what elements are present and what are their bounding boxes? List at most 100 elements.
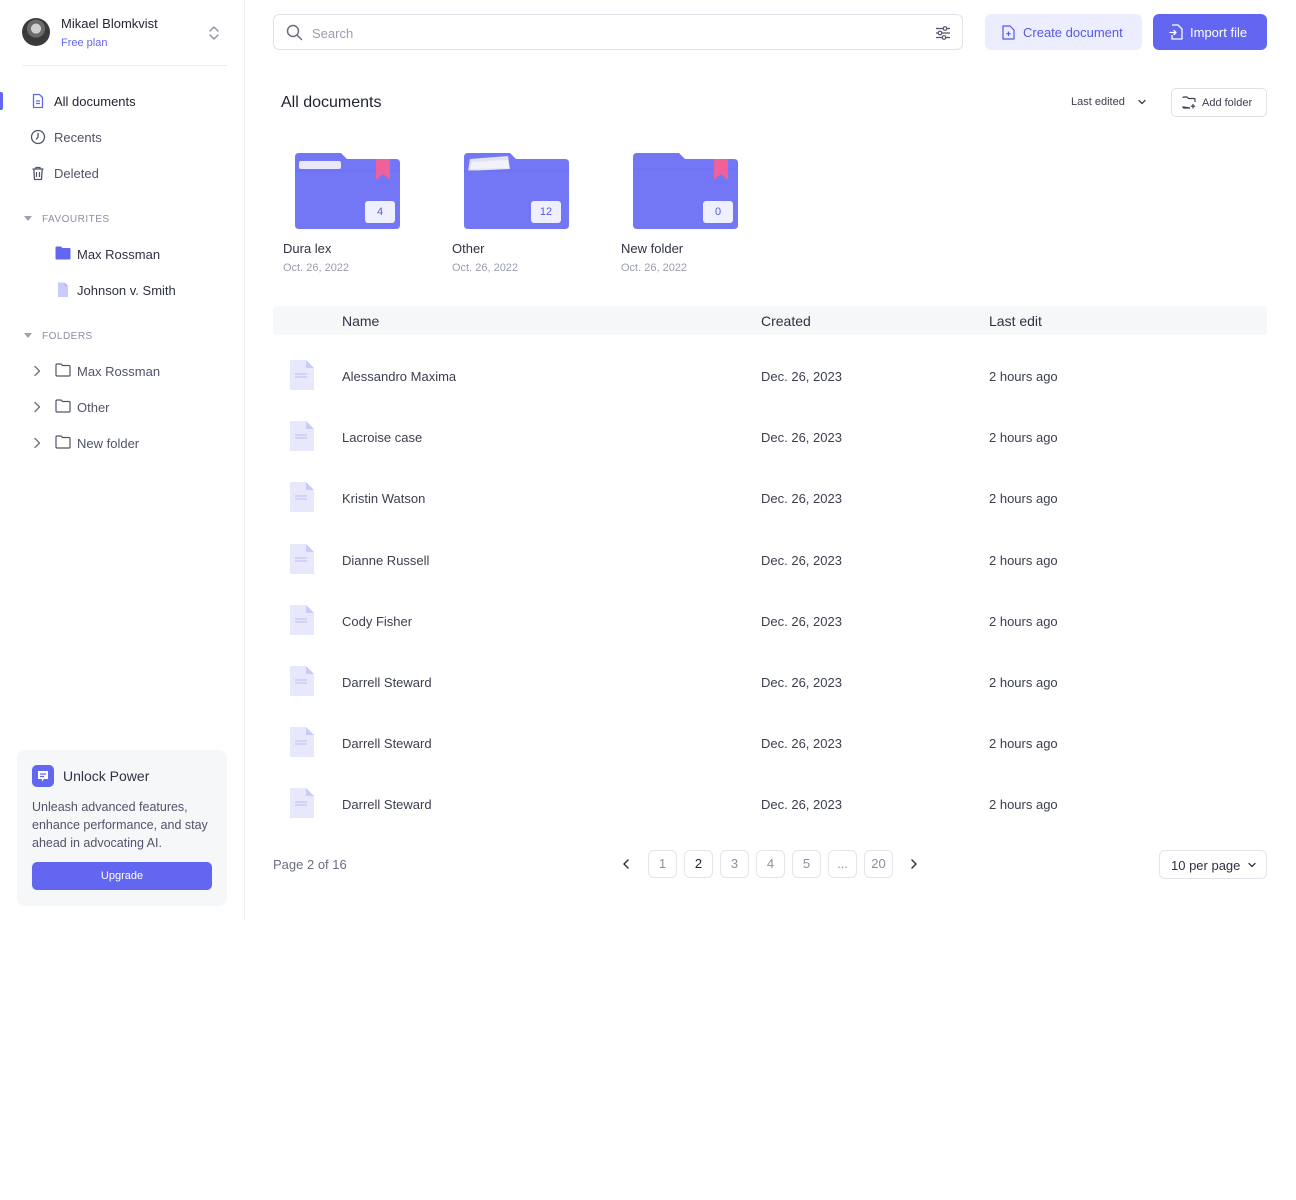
create-document-label: Create document	[1023, 25, 1123, 40]
last-edit: 2 hours ago	[989, 675, 1058, 690]
table-row[interactable]: Cody Fisher Dec. 26, 2023 2 hours ago	[273, 591, 1267, 652]
folder-card[interactable]: 12 Other Oct. 26, 2022	[452, 153, 602, 278]
favourite-item[interactable]: Max Rossman	[0, 241, 244, 267]
file-import-icon	[1169, 24, 1183, 40]
folder-card[interactable]: 0 New folder Oct. 26, 2022	[621, 153, 771, 278]
created-date: Dec. 26, 2023	[761, 430, 842, 446]
import-file-button[interactable]: Import file	[1153, 14, 1267, 50]
last-edit: 2 hours ago	[989, 430, 1058, 446]
sort-dropdown[interactable]: Last edited	[1071, 96, 1125, 108]
create-document-button[interactable]: Create document	[985, 14, 1142, 50]
table-row[interactable]: Kristin Watson Dec. 26, 2023 2 hours ago	[273, 468, 1267, 529]
folder-plus-icon	[1182, 96, 1196, 109]
last-edit: 2 hours ago	[989, 369, 1058, 384]
favourite-item[interactable]: Johnson v. Smith	[0, 277, 244, 303]
page-button[interactable]: 3	[720, 850, 749, 878]
sidebar: Mikael Blomkvist Free plan All documents…	[0, 0, 245, 920]
page-button[interactable]: 1	[648, 850, 677, 878]
folders-header[interactable]: FOLDERS	[24, 331, 93, 342]
document-file-icon	[290, 727, 314, 758]
upgrade-title: Unlock Power	[63, 768, 150, 784]
chevron-right-icon[interactable]	[31, 364, 43, 378]
table-row[interactable]: Darrell Steward Dec. 26, 2023 2 hours ago	[273, 713, 1267, 774]
folder-outline-icon	[55, 399, 71, 413]
table-row[interactable]: Alessandro Maxima Dec. 26, 2023 2 hours ag…	[273, 346, 1267, 407]
column-header-name[interactable]: Name	[342, 313, 379, 329]
document-name[interactable]: Lacroise case	[342, 430, 422, 445]
per-page-value: 10 per page	[1171, 858, 1241, 873]
chevron-right-icon[interactable]	[31, 400, 43, 414]
search-icon	[286, 24, 303, 41]
document-name[interactable]: Dianne Russell	[342, 553, 429, 568]
document-name[interactable]: Darrell Steward	[342, 675, 432, 690]
page-info: Page 2 of 16	[273, 857, 347, 872]
created-date: Dec. 26, 2023	[761, 552, 842, 568]
nav-label: All documents	[54, 94, 136, 109]
chevron-left-icon	[623, 859, 629, 869]
column-header-last-edit[interactable]: Last edit	[989, 313, 1042, 329]
upgrade-description: Unleash advanced features, enhance perfo…	[32, 800, 208, 850]
folder-name: New folder	[621, 241, 684, 256]
chevron-right-icon[interactable]	[31, 436, 43, 450]
upgrade-button[interactable]: Upgrade	[32, 862, 212, 890]
document-file-icon	[290, 604, 314, 635]
page-title: All documents	[281, 94, 382, 111]
add-folder-label: Add folder	[1202, 97, 1253, 109]
nav-label: Deleted	[54, 166, 99, 181]
document-name[interactable]: Cody Fisher	[342, 614, 412, 629]
search-input[interactable]	[312, 23, 912, 43]
page-button-current[interactable]: 2	[684, 850, 713, 878]
nav-item-deleted[interactable]: Deleted	[0, 158, 244, 188]
upgrade-card: Unlock Power Unleash advanced features, …	[17, 750, 227, 906]
chevron-up-down-icon[interactable]	[207, 24, 221, 42]
favourites-header[interactable]: FAVOURITES	[24, 214, 110, 225]
folder-tree-item[interactable]: New folder	[0, 430, 244, 456]
folder-count: 4	[365, 201, 395, 223]
favourite-label: Johnson v. Smith	[77, 283, 176, 298]
last-edit: 2 hours ago	[989, 613, 1058, 629]
last-edit: 2 hours ago	[989, 736, 1058, 752]
folder-date: Oct. 26, 2022	[621, 262, 688, 274]
table-row[interactable]: Darrell Steward Dec. 26, 2023 2 hours ago	[273, 652, 1267, 713]
folder-card[interactable]: 4 Dura lex Oct. 26, 2022	[283, 153, 433, 278]
document-file-icon	[290, 666, 314, 696]
chevron-down-icon[interactable]	[1137, 97, 1147, 107]
document-name[interactable]: Darrell Steward	[342, 797, 432, 812]
page-button[interactable]: 4	[756, 850, 785, 878]
account-switcher[interactable]: Mikael Blomkvist Free plan	[22, 16, 228, 66]
table-row[interactable]: Darrell Steward Dec. 26, 2023 2 hours ago	[273, 774, 1267, 835]
created-date: Dec. 26, 2023	[761, 491, 842, 507]
document-name[interactable]: Alessandro Maxima	[342, 369, 456, 384]
created-date: Dec. 26, 2023	[761, 675, 842, 690]
nav-item-all-documents[interactable]: All documents	[0, 86, 244, 116]
folder-count: 0	[703, 201, 733, 223]
search-bar	[273, 14, 963, 50]
trash-icon	[32, 166, 44, 181]
folder-label: Other	[77, 400, 110, 415]
previous-page-button[interactable]	[614, 852, 638, 876]
document-file-icon	[290, 543, 314, 574]
filter-sliders-icon[interactable]	[935, 25, 951, 41]
document-name[interactable]: Kristin Watson	[342, 491, 425, 506]
table-row[interactable]: Dianne Russell Dec. 26, 2023 2 hours ago	[273, 530, 1267, 591]
created-date: Dec. 26, 2023	[761, 369, 842, 384]
chat-icon	[32, 765, 54, 787]
next-page-button[interactable]	[902, 852, 926, 876]
folder-tree-item[interactable]: Other	[0, 394, 244, 420]
document-file-icon	[290, 421, 314, 452]
folder-label: Max Rossman	[77, 364, 161, 379]
document-icon	[32, 93, 44, 109]
column-header-created[interactable]: Created	[761, 313, 811, 329]
add-folder-button[interactable]: Add folder	[1171, 88, 1267, 117]
folder-outline-icon	[55, 435, 71, 449]
document-name[interactable]: Darrell Steward	[342, 736, 432, 751]
per-page-select[interactable]: 10 per page	[1159, 850, 1267, 879]
page-button[interactable]: 5	[792, 850, 821, 878]
folder-outline-icon	[55, 363, 71, 377]
page-ellipsis: ...	[828, 850, 857, 878]
page-button[interactable]: 20	[864, 850, 893, 878]
created-date: Dec. 26, 2023	[761, 613, 842, 629]
table-row[interactable]: Lacroise case Dec. 26, 2023 2 hours ago	[273, 407, 1267, 468]
nav-item-recents[interactable]: Recents	[0, 122, 244, 152]
folder-tree-item[interactable]: Max Rossman	[0, 358, 244, 384]
